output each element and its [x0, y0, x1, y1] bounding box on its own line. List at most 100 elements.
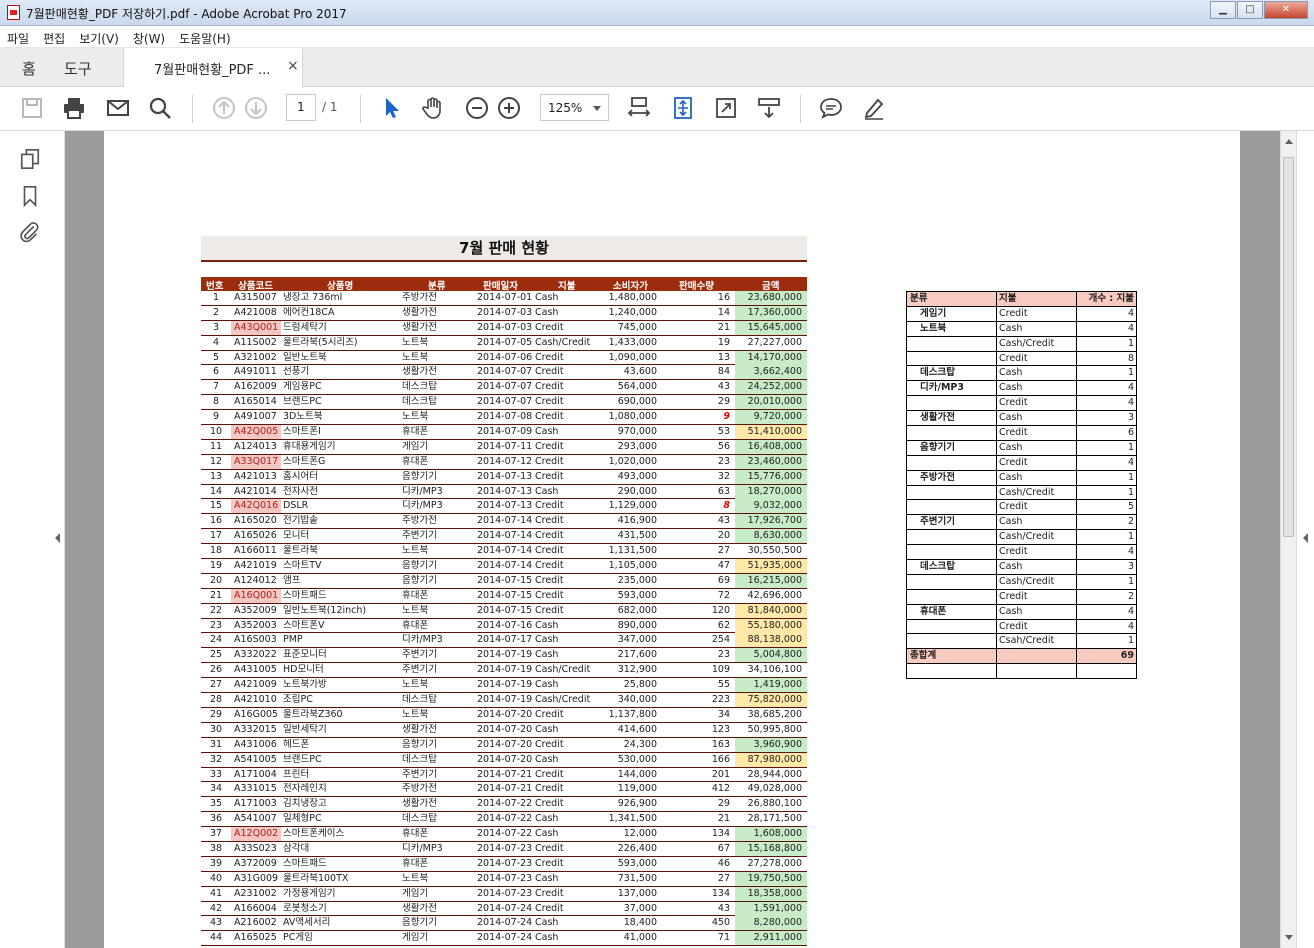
table-row: 34 A331015 전자레인지 주방가전 2014-07-21 Credit 119,00… — [201, 782, 807, 798]
print-icon[interactable] — [62, 96, 86, 120]
cell-date: 2014-07-21 — [477, 768, 533, 780]
cell-payment: Cash — [535, 813, 559, 825]
scroll-up-icon[interactable] — [1285, 139, 1293, 144]
zoom-level-select[interactable]: 125% — [540, 94, 609, 121]
cell-name: 울트라북100TX — [283, 872, 349, 884]
cell-code: A31G009 — [234, 872, 279, 884]
pivot-row: Cash/Credit 1 — [907, 336, 1136, 352]
select-cursor-icon[interactable] — [380, 96, 404, 120]
fit-width-icon[interactable] — [627, 96, 651, 120]
email-icon[interactable] — [106, 96, 130, 120]
cell-price: 1,131,500 — [608, 545, 657, 557]
close-window-button[interactable]: ✕ — [1264, 1, 1308, 19]
cell-category: 게임기 — [402, 440, 429, 452]
pivot-blank-cell — [997, 664, 1077, 679]
cell-amount: 51,410,000 — [735, 425, 807, 440]
tab-document[interactable]: 7월판매현황_PDF ... × — [123, 48, 303, 87]
cell-code: A12Q002 — [231, 827, 281, 842]
comment-icon[interactable] — [819, 96, 843, 120]
sign-pen-icon[interactable] — [862, 96, 886, 120]
menu-file[interactable]: 파일 — [0, 26, 36, 47]
cell-name: 스마트폰케이스 — [283, 828, 345, 840]
menu-view[interactable]: 보기(V) — [72, 26, 126, 47]
menu-window[interactable]: 창(W) — [126, 26, 172, 47]
table-row: 31 A431006 헤드폰 음향기기 2014-07-20 Credit 24,300 16… — [201, 737, 807, 753]
cell-qty: 43 — [717, 515, 730, 527]
cell-code: A331015 — [234, 783, 277, 795]
minimize-button[interactable]: ▁ — [1210, 1, 1236, 19]
menu-edit[interactable]: 편집 — [36, 26, 72, 47]
page-number-input[interactable]: 1 — [286, 94, 316, 121]
page-thumbnails-icon[interactable] — [19, 148, 41, 170]
cell-code: A216002 — [234, 917, 277, 929]
tab-home[interactable]: 홈 — [22, 58, 36, 79]
collapse-left-pane-icon[interactable] — [55, 533, 60, 543]
cell-name: 조립PC — [283, 694, 313, 706]
cell-number: 2 — [212, 306, 220, 318]
vertical-scrollbar[interactable] — [1280, 131, 1296, 948]
cell-category: 데스크탑 — [402, 813, 437, 825]
cell-price: 347,000 — [617, 634, 657, 646]
table-row: 20 A124012 앰프 음향기기 2014-07-15 Credit 235,000 69… — [201, 573, 807, 589]
bookmarks-icon[interactable] — [19, 185, 41, 207]
pivot-cell-payment: Credit — [997, 396, 1077, 411]
cell-code: A421008 — [234, 306, 277, 318]
hand-tool-icon[interactable] — [421, 96, 445, 120]
cell-category: 음향기기 — [402, 560, 437, 572]
cell-price: 1,433,000 — [608, 336, 657, 348]
zoom-in-icon[interactable] — [497, 96, 521, 120]
attachments-icon[interactable] — [19, 221, 41, 243]
cell-price: 217,600 — [617, 649, 657, 661]
cell-number: 42 — [209, 902, 223, 914]
maximize-button[interactable]: □ — [1237, 1, 1263, 19]
pivot-blank-cell — [907, 664, 997, 679]
table-row: 13 A421013 홈시어터 음향기기 2014-07-13 Credit 493,000… — [201, 469, 807, 485]
next-page-icon[interactable] — [244, 96, 268, 120]
scroll-mode-icon[interactable] — [757, 96, 781, 120]
header-qty: 판매수량 — [679, 281, 714, 292]
cell-qty: 254 — [711, 634, 730, 646]
cell-qty: 13 — [717, 351, 730, 363]
cell-payment: Credit — [535, 396, 564, 408]
cell-payment: Credit — [535, 470, 564, 482]
fit-page-icon[interactable] — [671, 96, 695, 120]
pivot-cell-payment: Cash — [997, 440, 1077, 455]
full-screen-icon[interactable] — [714, 96, 738, 120]
expand-right-pane-icon[interactable] — [1303, 533, 1308, 543]
cell-category: 디카/MP3 — [402, 500, 443, 512]
save-icon[interactable] — [20, 96, 44, 120]
pivot-row: 생활가전 Cash 3 — [907, 411, 1136, 427]
cell-qty: 29 — [717, 396, 730, 408]
pivot-cell-payment: Credit — [997, 619, 1077, 634]
previous-page-icon[interactable] — [212, 96, 236, 120]
cell-payment: Credit — [535, 560, 564, 572]
scroll-down-icon[interactable] — [1285, 935, 1293, 940]
cell-amount: 27,278,000 — [747, 857, 802, 869]
tab-tools[interactable]: 도구 — [64, 58, 92, 79]
cell-amount: 27,227,000 — [747, 336, 802, 348]
pivot-cell-count: 1 — [1127, 531, 1134, 543]
pivot-cell-category: 주방가전 — [907, 470, 997, 485]
pivot-cell-payment: Cash — [997, 321, 1077, 336]
pivot-cell-payment: Cash — [997, 381, 1077, 396]
cell-amount: 1,419,000 — [735, 678, 807, 693]
report-header-row: 번호 상품코드 상품명 분류 판매일자 지불 소비자가 판매수량 금액 — [201, 277, 807, 292]
cell-number: 8 — [212, 396, 220, 408]
cell-amount: 15,168,800 — [735, 841, 807, 856]
search-icon[interactable] — [148, 96, 172, 120]
zoom-out-icon[interactable] — [465, 96, 489, 120]
pivot-cell-count: 1 — [1127, 575, 1134, 587]
cell-date: 2014-07-08 — [477, 411, 533, 423]
table-row: 30 A332015 일반세탁기 생활가전 2014-07-20 Cash 414,600 1… — [201, 723, 807, 738]
cell-amount: 18,358,000 — [735, 886, 807, 901]
tab-close-icon[interactable]: × — [287, 58, 299, 74]
cell-date: 2014-07-05 — [477, 336, 533, 348]
cell-code: A124013 — [234, 440, 277, 452]
cell-qty: 223 — [711, 694, 730, 706]
pivot-cell-payment: Cash — [997, 604, 1077, 619]
menu-help[interactable]: 도움말(H) — [172, 26, 238, 47]
cell-number: 26 — [209, 664, 223, 676]
cell-name: 로봇청소기 — [283, 902, 327, 914]
cell-code: A171003 — [234, 798, 277, 810]
scroll-thumb[interactable] — [1283, 157, 1294, 537]
